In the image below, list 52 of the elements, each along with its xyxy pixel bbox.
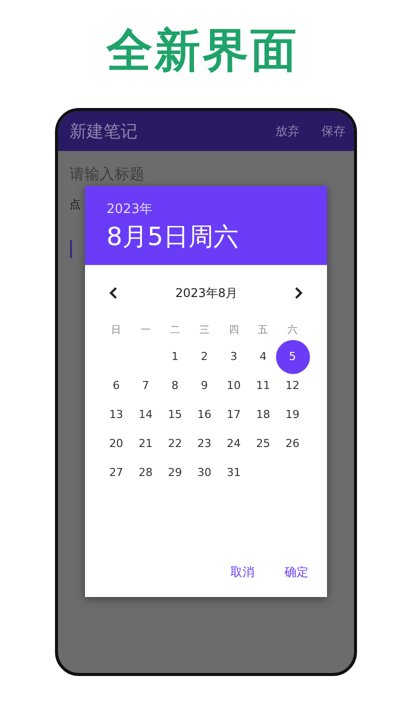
text-cursor — [70, 240, 72, 258]
calendar-day[interactable]: 1 — [160, 342, 190, 371]
calendar-day[interactable]: 25 — [248, 429, 278, 458]
calendar-day[interactable]: 5 — [276, 340, 310, 374]
calendar-day[interactable]: 6 — [102, 371, 131, 400]
calendar-day[interactable]: 22 — [160, 429, 190, 458]
month-label: 2023年8月 — [175, 285, 238, 302]
calendar-day[interactable]: 26 — [278, 429, 308, 458]
calendar-day[interactable]: 10 — [219, 371, 248, 400]
calendar-day[interactable]: 3 — [219, 342, 248, 371]
chevron-left-icon — [108, 286, 118, 298]
calendar-day[interactable]: 2 — [190, 342, 219, 371]
calendar-day[interactable]: 12 — [278, 371, 308, 400]
calendar-day[interactable]: 14 — [131, 400, 160, 429]
hint-text: 点 — [70, 197, 80, 212]
calendar-day[interactable]: 17 — [219, 400, 248, 429]
calendar-day[interactable]: 20 — [102, 429, 131, 458]
next-month-button[interactable] — [292, 286, 304, 300]
chevron-right-icon — [292, 286, 302, 298]
calendar-day[interactable]: 4 — [248, 342, 278, 371]
calendar-day[interactable]: 23 — [190, 429, 219, 458]
calendar-day[interactable]: 31 — [219, 458, 248, 487]
dialog-button[interactable]: 取消 — [230, 564, 254, 581]
weekday-label: 六 — [288, 324, 298, 338]
weekday-label: 二 — [170, 324, 180, 338]
selected-date: 8月5日周六 — [106, 221, 240, 253]
app-bar-action[interactable]: 放弃 — [276, 122, 300, 140]
calendar-day[interactable]: 11 — [248, 371, 278, 400]
weekday-label: 四 — [228, 324, 239, 338]
calendar-day[interactable]: 30 — [190, 458, 219, 487]
calendar-day[interactable]: 19 — [278, 400, 308, 429]
calendar-day[interactable]: 29 — [160, 458, 190, 487]
app-bar-title: 新建笔记 — [70, 120, 138, 142]
calendar-day[interactable]: 21 — [131, 429, 160, 458]
calendar-day[interactable]: 9 — [190, 371, 219, 400]
calendar-day[interactable]: 15 — [160, 400, 190, 429]
weekday-label: 日 — [111, 324, 122, 338]
calendar-day[interactable]: 24 — [219, 429, 248, 458]
weekday-label: 五 — [258, 324, 268, 338]
calendar-day[interactable]: 13 — [102, 400, 131, 429]
banner-title: 全新界面 — [106, 22, 298, 78]
calendar-day[interactable]: 8 — [160, 371, 190, 400]
calendar-day[interactable]: 16 — [190, 400, 219, 429]
dialog-button[interactable]: 确定 — [284, 564, 308, 581]
weekday-label: 一 — [140, 324, 151, 338]
calendar-day[interactable]: 27 — [102, 458, 131, 487]
calendar-day[interactable]: 7 — [131, 371, 160, 400]
calendar-day[interactable]: 28 — [131, 458, 160, 487]
weekday-label: 三 — [199, 324, 210, 338]
calendar-day[interactable]: 18 — [248, 400, 278, 429]
app-bar-action[interactable]: 保存 — [322, 122, 346, 140]
selected-year[interactable]: 2023年 — [106, 200, 304, 218]
